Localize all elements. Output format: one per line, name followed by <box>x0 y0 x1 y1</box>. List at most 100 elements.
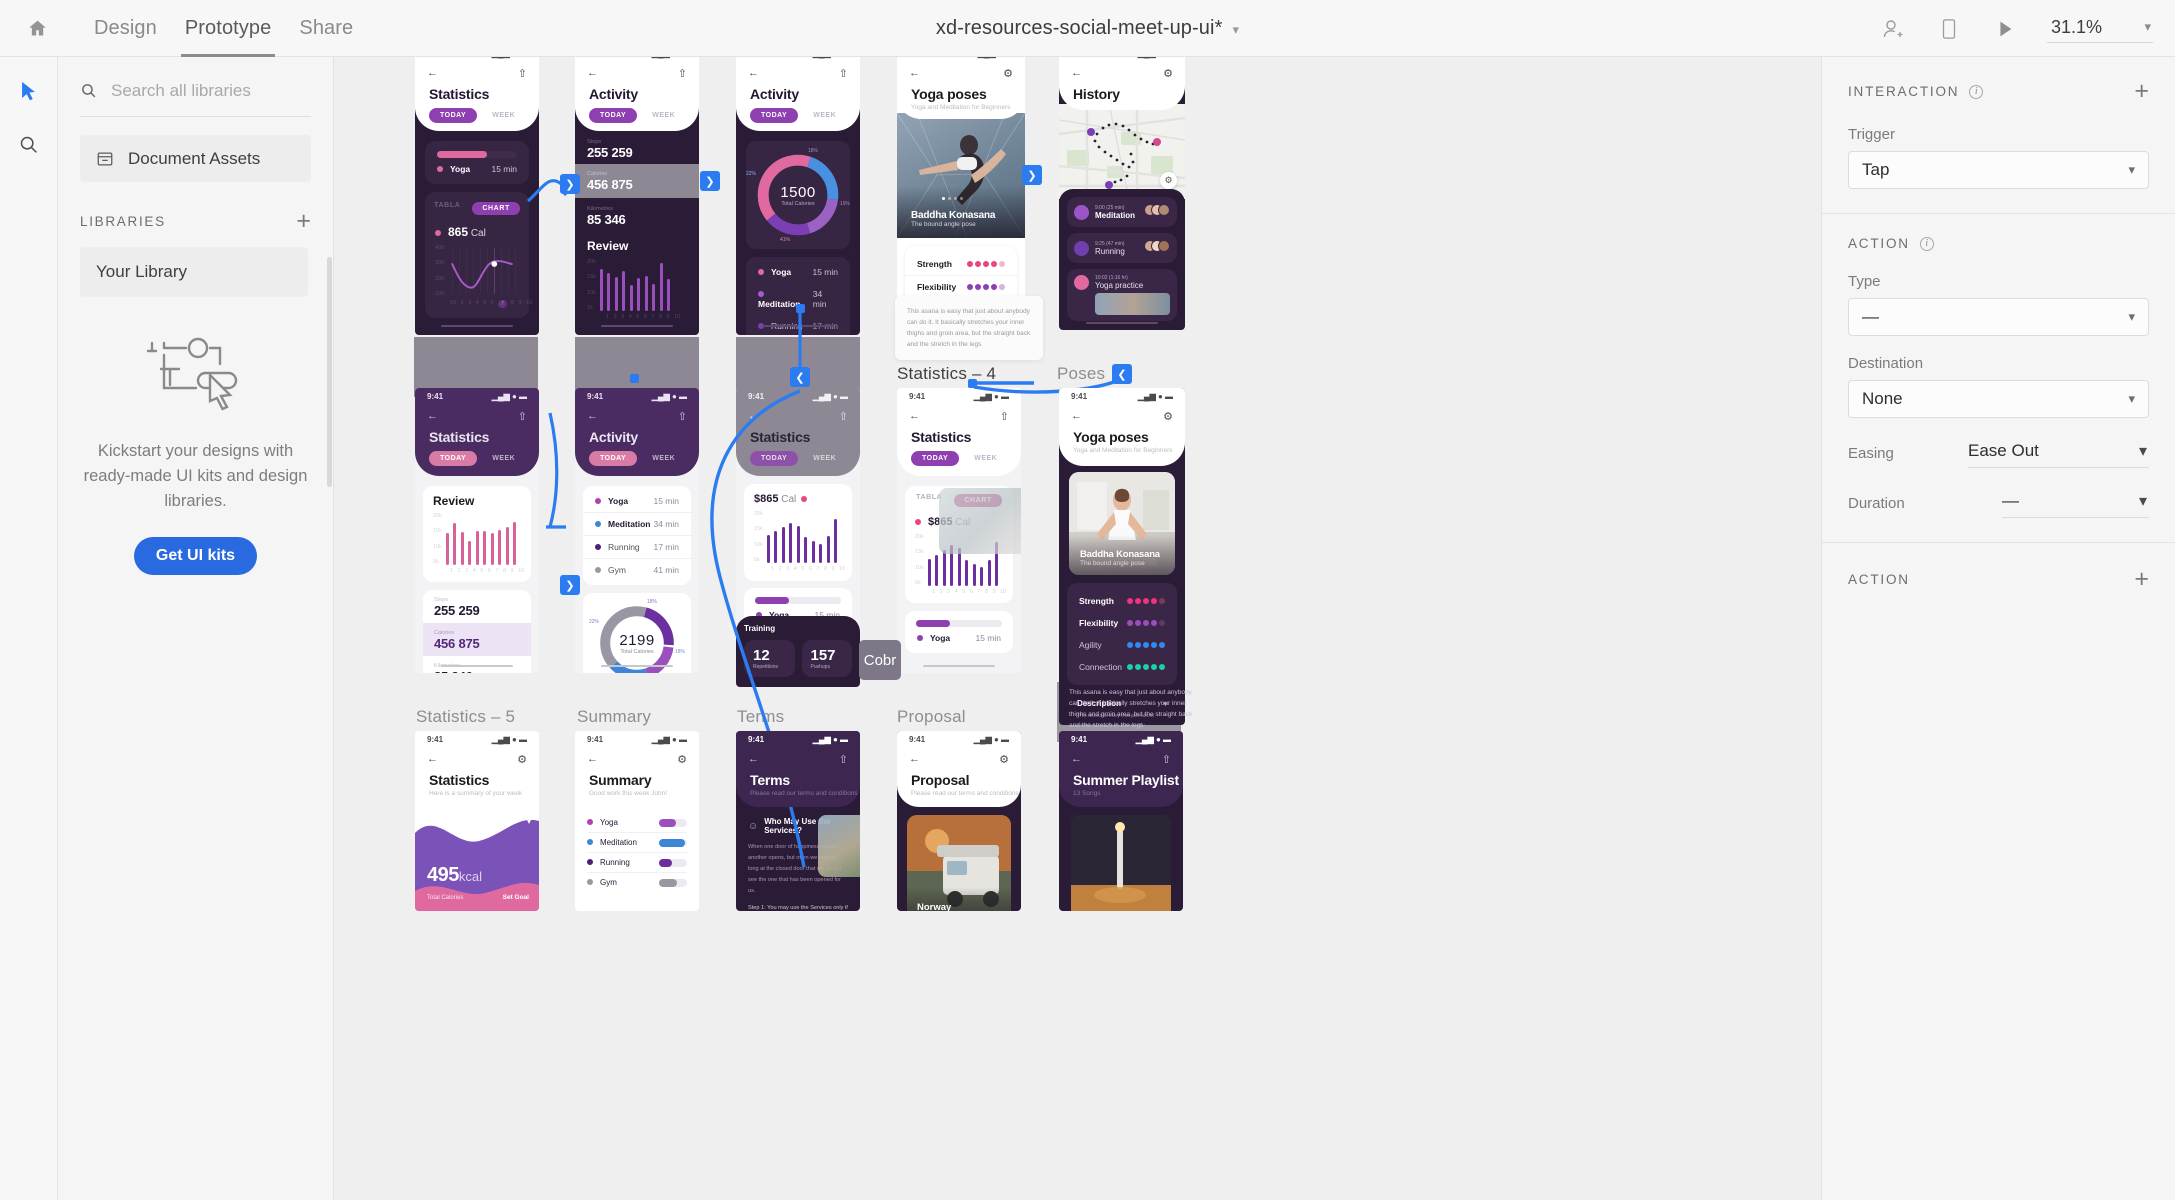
artboard-statistics-3[interactable]: 9:41 ▁▄▆ ● ▬ ← ⇧ Activity TODAY WEEK MON… <box>736 57 860 335</box>
wire-endpoint-right[interactable]: ❯ <box>560 174 580 194</box>
tab-prototype[interactable]: Prototype <box>171 0 286 57</box>
add-library-button[interactable]: + <box>296 208 311 234</box>
chevron-down-icon[interactable]: ▾ <box>2139 491 2147 511</box>
mobile-preview-icon[interactable] <box>1935 15 1963 43</box>
segment-today[interactable]: TODAY <box>750 451 799 466</box>
map-view[interactable]: ⚙ <box>1059 103 1185 200</box>
history-item[interactable]: 10:02 (1:16 hr) Yoga practice <box>1067 269 1177 321</box>
stat-calories[interactable]: Calories 456 875 <box>423 623 531 656</box>
chevron-down-icon[interactable]: ▾ <box>1232 22 1239 37</box>
stat-steps[interactable]: Steps 255 259 <box>423 590 531 623</box>
document-assets-item[interactable]: Document Assets <box>80 135 311 182</box>
zoom-control[interactable]: 31.1% ▾ <box>2047 15 2153 43</box>
back-icon[interactable]: ← <box>1071 753 1082 765</box>
segment-week[interactable]: WEEK <box>481 108 526 123</box>
share-icon[interactable]: ⇧ <box>678 67 687 80</box>
stat-steps[interactable]: Steps 255 259 <box>575 131 699 164</box>
toggle-chart[interactable]: CHART <box>472 202 520 215</box>
artboard-activity-row2[interactable]: 9:41 ▁▄▆ ● ▬ ← ⇧ Activity TODAY WEEK MON… <box>575 388 699 673</box>
list-item[interactable]: Yoga 15 min <box>746 261 850 283</box>
gear-icon[interactable]: ⚙ <box>1163 410 1173 423</box>
carousel-dots[interactable] <box>942 197 963 200</box>
share-icon[interactable]: ⇧ <box>1000 410 1009 423</box>
segment-today[interactable]: TODAY <box>429 451 478 466</box>
segment-week[interactable]: WEEK <box>802 108 847 123</box>
back-icon[interactable]: ← <box>909 67 920 79</box>
segment-today[interactable]: TODAY <box>429 108 478 123</box>
stat-kilometres[interactable]: Kilometres 85 346 <box>575 198 699 231</box>
gear-icon[interactable]: ⚙ <box>677 753 687 766</box>
chevron-down-icon[interactable]: ▾ <box>2139 441 2147 461</box>
segment-week[interactable]: WEEK <box>963 451 1008 466</box>
back-icon[interactable]: ← <box>748 410 759 422</box>
add-action-button[interactable]: + <box>2134 567 2149 592</box>
your-library-item[interactable]: Your Library <box>80 247 308 297</box>
artboard-label-terms[interactable]: Terms <box>737 707 784 727</box>
segment-week[interactable]: WEEK <box>802 451 847 466</box>
segment-month[interactable]: MONTH <box>1012 451 1021 466</box>
gear-icon[interactable]: ⚙ <box>517 753 527 766</box>
artboard-label-summary[interactable]: Summary <box>577 707 651 727</box>
search-input[interactable]: Search all libraries <box>111 81 251 101</box>
history-item[interactable]: 9:25 (47 min) Running <box>1067 233 1177 263</box>
panel-scrollbar[interactable] <box>327 257 332 487</box>
segment-week[interactable]: WEEK <box>641 108 686 123</box>
share-icon[interactable]: ⇧ <box>839 67 848 80</box>
back-icon[interactable]: ← <box>427 67 438 79</box>
artboard-proposal[interactable]: 9:41 ▁▄▆ ● ▬ ← ⚙ Proposal Please read ou… <box>897 731 1021 911</box>
play-desktop-preview-icon[interactable] <box>1991 15 2019 43</box>
chevron-down-icon[interactable]: ▾ <box>2128 391 2135 407</box>
artboard-statistics4-row2[interactable]: 9:41 ▁▄▆ ● ▬ ← ⇧ Statistics TODAY WEEK M… <box>897 388 1021 673</box>
segment-today[interactable]: TODAY <box>589 108 638 123</box>
list-item[interactable]: Meditation <box>587 833 687 853</box>
segment-month[interactable]: MONTH <box>690 451 699 466</box>
back-icon[interactable]: ← <box>427 410 438 422</box>
type-select[interactable]: — ▾ <box>1848 298 2149 336</box>
info-icon[interactable]: i <box>1969 84 1984 99</box>
segment-month[interactable]: MONTH <box>851 108 860 123</box>
select-tool[interactable] <box>14 77 44 107</box>
back-icon[interactable]: ← <box>748 67 759 79</box>
share-icon[interactable]: ⇧ <box>518 67 527 80</box>
artboard-statistics-5[interactable]: 9:41 ▁▄▆ ● ▬ ← ⚙ Statistics Here is a su… <box>415 731 539 911</box>
gear-icon[interactable]: ⚙ <box>1003 67 1013 80</box>
back-icon[interactable]: ← <box>1071 67 1082 79</box>
list-item[interactable]: Yoga 15 min <box>583 490 691 513</box>
segment-today[interactable]: TODAY <box>911 451 960 466</box>
chevron-down-icon[interactable]: ▾ <box>2144 19 2151 35</box>
home-icon[interactable] <box>22 13 52 43</box>
wire-endpoint-right[interactable]: ❯ <box>560 575 580 595</box>
segment-week[interactable]: WEEK <box>481 451 526 466</box>
wire-endpoint-down[interactable]: ❮ <box>790 367 810 387</box>
stat-calories[interactable]: Calories 456 875 <box>575 164 699 198</box>
share-icon[interactable]: ⇧ <box>518 410 527 423</box>
artboard-terms[interactable]: 9:41 ▁▄▆ ● ▬ ← ⇧ Terms Please read our t… <box>736 731 860 911</box>
get-ui-kits-button[interactable]: Get UI kits <box>133 536 258 575</box>
artboard-poses-row2[interactable]: 9:41 ▁▄▆ ● ▬ ← ⚙ Yoga poses Yoga and Med… <box>1059 388 1185 725</box>
add-interaction-button[interactable]: + <box>2134 79 2149 104</box>
segment-month[interactable]: MONTH <box>530 451 539 466</box>
gear-icon[interactable]: ⚙ <box>1163 67 1173 80</box>
history-item[interactable]: 9:00 (25 min) Meditation <box>1067 197 1177 227</box>
wire-endpoint-right[interactable]: ❯ <box>700 171 720 191</box>
trigger-select[interactable]: Tap ▾ <box>1848 151 2149 189</box>
segment-month[interactable]: MONTH <box>851 451 860 466</box>
toggle-tabla[interactable]: TABLA <box>434 202 460 215</box>
artboard-label-poses[interactable]: Poses <box>1057 364 1105 384</box>
back-icon[interactable]: ← <box>587 67 598 79</box>
artboard-player[interactable]: 9:41 ▁▄▆ ● ▬ ← ⇧ Summer Playlist 13 Song… <box>1059 731 1183 911</box>
artboard-statistics-2[interactable]: 9:41 ▁▄▆ ● ▬ ← ⇧ Statistics TODAY WEEK M… <box>415 57 539 335</box>
wire-handle[interactable] <box>796 304 805 313</box>
wire-endpoint-right[interactable]: ❯ <box>1022 165 1042 185</box>
list-item[interactable]: Gym 41 min <box>583 559 691 581</box>
gear-icon[interactable]: ⚙ <box>999 753 1009 766</box>
artboard-label-proposal[interactable]: Proposal <box>897 707 966 727</box>
wire-handle[interactable] <box>968 379 977 388</box>
segment-today[interactable]: TODAY <box>589 451 638 466</box>
chevron-down-icon[interactable]: ▾ <box>2128 162 2135 178</box>
info-icon[interactable]: i <box>1919 236 1934 251</box>
back-icon[interactable]: ← <box>587 410 598 422</box>
canvas[interactable]: Statistics – 2 Activity – 3 Statistics –… <box>334 57 1821 1200</box>
search-row[interactable]: Search all libraries <box>80 65 311 117</box>
list-item[interactable]: Running <box>587 853 687 873</box>
